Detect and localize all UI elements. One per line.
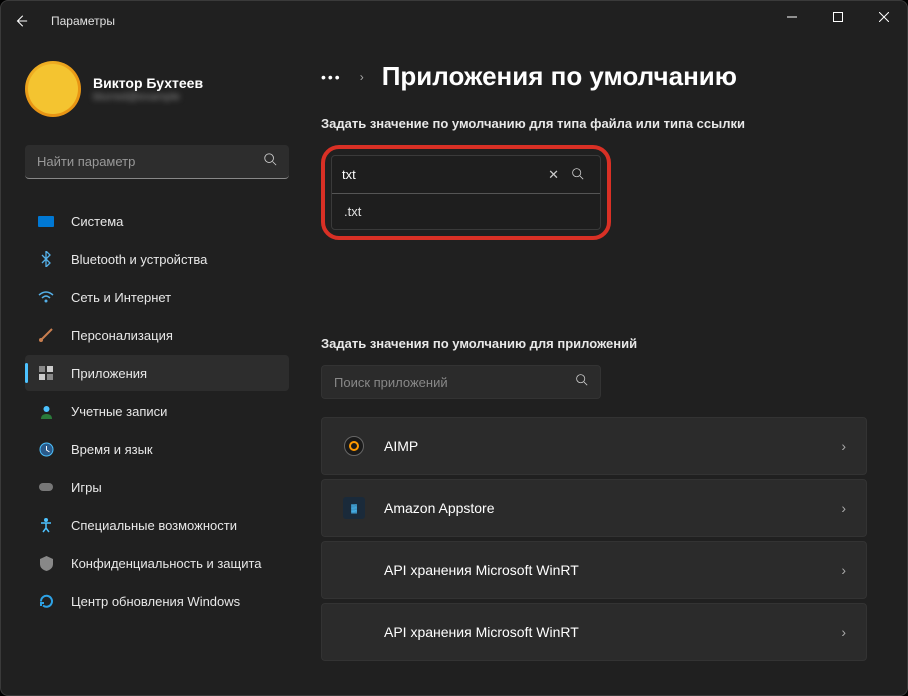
nav-network[interactable]: Сеть и Интернет: [25, 279, 289, 315]
app-item-winrt-2[interactable]: API хранения Microsoft WinRT ›: [321, 603, 867, 661]
nav-apps[interactable]: Приложения: [25, 355, 289, 391]
accessibility-icon: [37, 516, 55, 534]
nav-system[interactable]: Система: [25, 203, 289, 239]
apps-icon: [37, 364, 55, 382]
gamepad-icon: [37, 478, 55, 496]
bluetooth-icon: [37, 250, 55, 268]
main-content: ••• › Приложения по умолчанию Задать зна…: [301, 41, 907, 695]
shield-icon: [37, 554, 55, 572]
section-filetype-label: Задать значение по умолчанию для типа фа…: [321, 116, 867, 131]
sidebar: Виктор Бухтеев blurred@example Система B…: [1, 41, 301, 695]
app-item-aimp[interactable]: AIMP ›: [321, 417, 867, 475]
app-generic-icon: [342, 558, 366, 582]
sidebar-search[interactable]: [25, 145, 289, 179]
nav-bluetooth[interactable]: Bluetooth и устройства: [25, 241, 289, 277]
titlebar: Параметры: [1, 1, 907, 41]
update-icon: [37, 592, 55, 610]
app-name: API хранения Microsoft WinRT: [384, 624, 823, 640]
nav-accessibility[interactable]: Специальные возможности: [25, 507, 289, 543]
profile-name: Виктор Бухтеев: [93, 75, 203, 91]
app-name: Amazon Appstore: [384, 500, 823, 516]
section-apps-label: Задать значения по умолчанию для приложе…: [321, 336, 867, 351]
chevron-right-icon: ›: [841, 624, 846, 640]
brush-icon: [37, 326, 55, 344]
page-title: Приложения по умолчанию: [382, 61, 737, 92]
aimp-icon: [342, 434, 366, 458]
sidebar-search-input[interactable]: [37, 154, 263, 169]
search-icon[interactable]: [565, 167, 590, 183]
app-name: API хранения Microsoft WinRT: [384, 562, 823, 578]
app-search[interactable]: [321, 365, 601, 399]
app-item-amazon[interactable]: ▓ Amazon Appstore ›: [321, 479, 867, 537]
nav-privacy[interactable]: Конфиденциальность и защита: [25, 545, 289, 581]
clear-icon[interactable]: ✕: [542, 167, 565, 183]
clock-icon: [37, 440, 55, 458]
chevron-right-icon: ›: [841, 500, 846, 516]
avatar: [25, 61, 81, 117]
nav-update[interactable]: Центр обновления Windows: [25, 583, 289, 619]
filetype-search: ✕ .txt: [331, 155, 601, 230]
nav-personalization[interactable]: Персонализация: [25, 317, 289, 353]
open-external-icon: [836, 266, 850, 283]
close-button[interactable]: [861, 1, 907, 33]
app-item-winrt-1[interactable]: API хранения Microsoft WinRT ›: [321, 541, 867, 599]
chevron-right-icon: ›: [841, 438, 846, 454]
nav-gaming[interactable]: Игры: [25, 469, 289, 505]
profile-block[interactable]: Виктор Бухтеев blurred@example: [25, 61, 289, 117]
filetype-suggestion[interactable]: .txt: [332, 194, 600, 229]
nav-accounts[interactable]: Учетные записи: [25, 393, 289, 429]
account-icon: [37, 402, 55, 420]
app-search-input[interactable]: [334, 375, 575, 390]
maximize-button[interactable]: [815, 1, 861, 33]
search-icon: [575, 373, 588, 391]
chevron-right-icon: ›: [360, 70, 364, 84]
window-title: Параметры: [51, 14, 115, 28]
filetype-input[interactable]: [342, 167, 542, 182]
settings-window: Параметры Виктор Бухтеев blurred@example…: [0, 0, 908, 696]
minimize-button[interactable]: [769, 1, 815, 33]
app-generic-icon: [342, 620, 366, 644]
breadcrumb: ••• › Приложения по умолчанию: [321, 61, 867, 92]
app-name: AIMP: [384, 438, 823, 454]
breadcrumb-more[interactable]: •••: [321, 69, 342, 85]
wifi-icon: [37, 288, 55, 306]
back-button[interactable]: [11, 11, 31, 31]
chevron-right-icon: ›: [841, 562, 846, 578]
nav-list: Система Bluetooth и устройства Сеть и Ин…: [25, 203, 289, 619]
search-icon: [263, 152, 277, 171]
amazon-icon: ▓: [342, 496, 366, 520]
highlight-annotation: ✕ .txt: [321, 145, 611, 240]
profile-email: blurred@example: [93, 91, 203, 103]
nav-time[interactable]: Время и язык: [25, 431, 289, 467]
system-icon: [37, 212, 55, 230]
default-card[interactable]: [321, 242, 867, 306]
